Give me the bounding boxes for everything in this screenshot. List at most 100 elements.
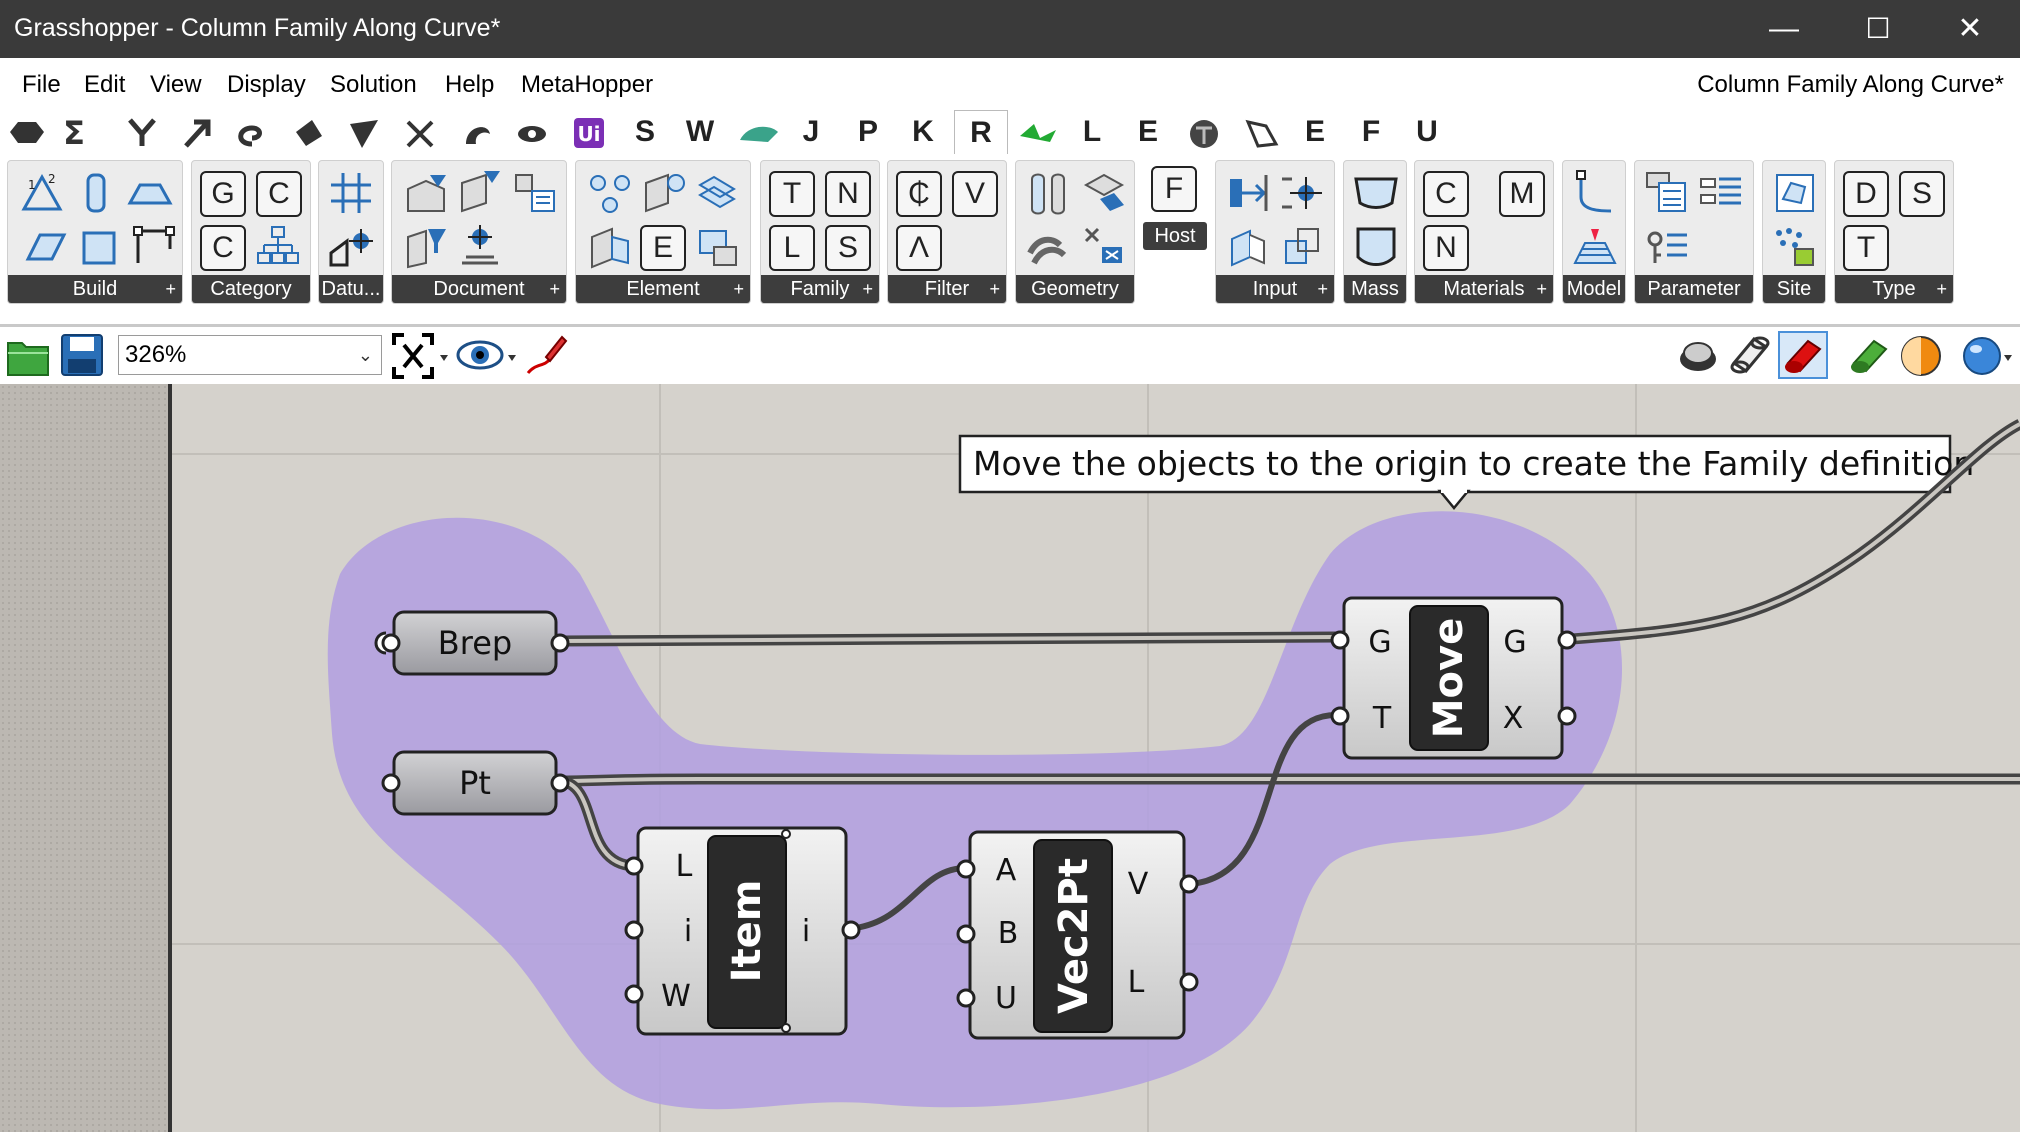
tab-w[interactable]: W (683, 112, 717, 152)
vec2pt-component[interactable]: Vec2Pt A B U V L (956, 830, 1199, 1040)
panel-mass-label[interactable]: Mass (1344, 275, 1406, 303)
tab-sets-icon[interactable] (128, 118, 156, 146)
type-t-button[interactable]: T (1843, 225, 1889, 271)
build-column-icon[interactable] (72, 169, 120, 217)
element-params-icon[interactable] (640, 169, 688, 217)
geometry-delete-icon[interactable] (1080, 223, 1128, 271)
zoom-extents-icon[interactable] (392, 333, 452, 379)
tab-p[interactable]: P (853, 112, 883, 152)
materials-m-button[interactable]: M (1499, 171, 1545, 217)
tab-mesh-icon[interactable] (350, 120, 378, 148)
display-wireframe-icon[interactable] (1728, 333, 1772, 377)
element-geometry-icon[interactable] (586, 169, 634, 217)
document-elements-icon[interactable] (402, 171, 450, 219)
panel-geometry-label[interactable]: Geometry (1016, 275, 1134, 303)
filter-class-button[interactable]: ₵ (896, 171, 942, 217)
element-type-icon[interactable] (586, 223, 634, 271)
input-element-icon[interactable] (1224, 169, 1272, 217)
panel-host-label[interactable]: Host (1143, 222, 1207, 250)
pt-param[interactable]: Pt (381, 750, 570, 816)
minimize-button[interactable]: — (1748, 0, 1820, 58)
panel-input-label[interactable]: Input + (1216, 275, 1334, 303)
category-g-button[interactable]: G (200, 171, 246, 217)
model-topography-icon[interactable] (1571, 223, 1619, 271)
move-component[interactable]: Move G T G X (1330, 596, 1577, 760)
panel-datum-label[interactable]: Datu... (319, 275, 383, 303)
element-materials-icon[interactable] (694, 169, 742, 217)
menu-file[interactable]: File (22, 71, 61, 99)
rhino-preview-icon[interactable] (1960, 333, 2016, 379)
category-c2-button[interactable]: C (200, 225, 246, 271)
panel-site-label[interactable]: Site (1763, 275, 1825, 303)
close-button[interactable]: ✕ (1934, 0, 2006, 58)
build-grid-icon[interactable] (130, 223, 178, 271)
document-list-icon[interactable] (510, 169, 558, 217)
tab-params-icon[interactable] (10, 122, 44, 143)
tab-vector-icon[interactable] (184, 119, 211, 148)
sketch-pen-icon[interactable] (522, 333, 568, 379)
mass-floor-icon[interactable] (1352, 169, 1400, 217)
panel-category-label[interactable]: Category (192, 275, 310, 303)
datum-grid-icon[interactable] (327, 169, 375, 217)
input-box-icon[interactable] (1278, 223, 1326, 271)
panel-model-label[interactable]: Model (1563, 275, 1625, 303)
tab-surface-icon[interactable] (296, 120, 322, 146)
menu-edit[interactable]: Edit (84, 71, 125, 99)
tab-l[interactable]: L (1077, 112, 1107, 152)
preview-selected-icon[interactable] (1846, 333, 1892, 377)
tab-r[interactable]: R (954, 110, 1008, 155)
site-building-pad-icon[interactable] (1771, 169, 1819, 217)
document-types-icon[interactable] (456, 169, 504, 217)
document-levels-icon[interactable] (456, 223, 504, 271)
panel-filter-label[interactable]: Filter + (888, 275, 1006, 303)
family-t-button[interactable]: T (769, 171, 815, 217)
panel-build-label[interactable]: Build + (8, 275, 182, 303)
tab-f[interactable]: F (1356, 112, 1386, 152)
filter-and-button[interactable]: Λ (896, 225, 942, 271)
geometry-solid-icon[interactable] (1024, 169, 1072, 217)
input-pick-icon[interactable] (1224, 223, 1272, 271)
build-wall-icon[interactable] (76, 223, 124, 271)
parameter-list-icon[interactable] (1697, 169, 1745, 217)
type-d-button[interactable]: D (1843, 171, 1889, 217)
build-roof-icon[interactable] (126, 169, 174, 217)
panel-element-label[interactable]: Element + (576, 275, 750, 303)
type-s-button[interactable]: S (1899, 171, 1945, 217)
tab-intersect-icon[interactable] (406, 120, 434, 148)
preview-mode-icon[interactable] (456, 337, 518, 375)
mass-form-icon[interactable] (1352, 223, 1400, 271)
list-item-component[interactable]: Item L i W i (624, 826, 861, 1036)
tab-ladybug-icon[interactable] (740, 126, 778, 142)
panel-materials-label[interactable]: Materials + (1415, 275, 1553, 303)
menu-display[interactable]: Display (227, 71, 306, 99)
open-file-icon[interactable] (6, 335, 50, 377)
panel-family-label[interactable]: Family + (761, 275, 879, 303)
parameter-key-icon[interactable] (1643, 223, 1691, 271)
tab-j[interactable]: J (796, 112, 826, 152)
menu-help[interactable]: Help (445, 71, 494, 99)
element-e-button[interactable]: E (640, 225, 686, 271)
tab-bear-icon[interactable] (1245, 119, 1279, 148)
category-tree-icon[interactable] (254, 223, 302, 271)
tab-e2[interactable]: E (1300, 112, 1330, 152)
family-l-button[interactable]: L (769, 225, 815, 271)
parameter-document-icon[interactable] (1643, 169, 1691, 217)
menu-solution[interactable]: Solution (330, 71, 417, 99)
tab-maths-icon[interactable]: Σ (63, 114, 85, 152)
materials-c-button[interactable]: C (1423, 171, 1469, 217)
grasshopper-canvas[interactable]: Move the objects to the origin to create… (0, 384, 2020, 1132)
brep-param[interactable]: Brep (374, 610, 570, 676)
save-file-icon[interactable] (60, 333, 104, 377)
datum-level-icon[interactable] (327, 223, 375, 271)
tab-e[interactable]: E (1133, 112, 1163, 152)
panel-type-label[interactable]: Type + (1835, 275, 1953, 303)
build-floor-icon[interactable] (22, 223, 70, 271)
document-filter-icon[interactable] (402, 223, 450, 271)
tab-curve-icon[interactable] (238, 125, 262, 147)
geometry-curves-icon[interactable] (1024, 223, 1072, 271)
menu-metahopper[interactable]: MetaHopper (521, 71, 653, 99)
materials-n-button[interactable]: N (1423, 225, 1469, 271)
build-adaptive-icon[interactable]: 12 (18, 169, 66, 217)
display-shaded-icon[interactable] (1676, 333, 1720, 377)
tab-kangaroo-icon[interactable] (1020, 124, 1056, 142)
